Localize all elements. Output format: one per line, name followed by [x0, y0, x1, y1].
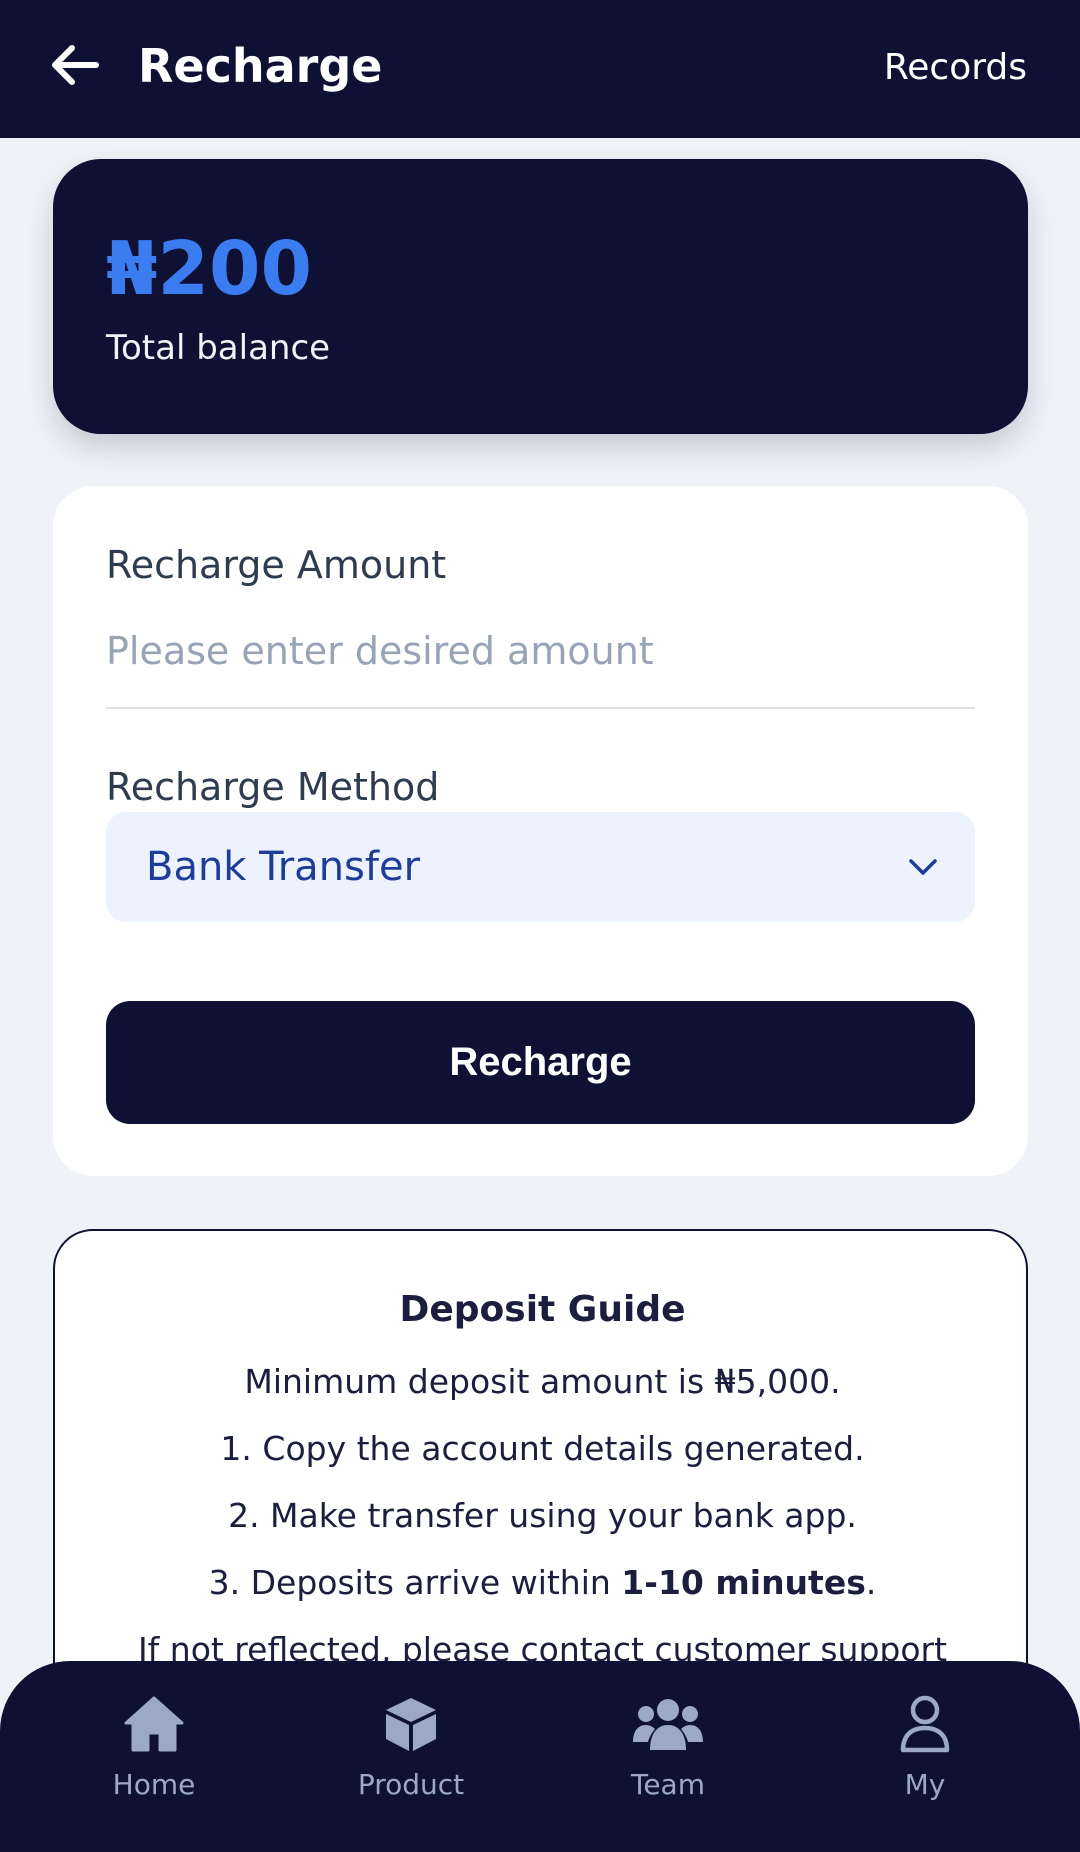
balance-label: Total balance: [106, 328, 331, 368]
page-title: Recharge: [138, 39, 383, 93]
cube-icon: [375, 1693, 447, 1755]
recharge-page: Recharge Records ₦200 Total balance Rech…: [0, 0, 1080, 1852]
guide-step-1: 1. Copy the account details generated.: [220, 1429, 865, 1468]
home-icon: [118, 1693, 190, 1755]
recharge-form: Recharge Amount Recharge Method Bank Tra…: [53, 486, 1028, 1176]
nav-label-team: Team: [630, 1768, 705, 1801]
bottom-nav: Home Product Team My: [0, 1661, 1080, 1852]
nav-item-home[interactable]: Home: [64, 1693, 244, 1813]
nav-item-team[interactable]: Team: [578, 1693, 758, 1813]
back-button[interactable]: [48, 42, 102, 88]
guide-step-3: 3. Deposits arrive within 1-10 minutes.: [55, 1561, 1030, 1605]
chevron-down-icon: [909, 859, 937, 875]
guide-minimum-line: Minimum deposit amount is ₦5,000.: [244, 1362, 841, 1401]
method-selected-value: Bank Transfer: [146, 844, 421, 890]
guide-step-2: 2. Make transfer using your bank app.: [228, 1496, 857, 1535]
balance-card: ₦200 Total balance: [53, 159, 1028, 434]
method-label: Recharge Method: [106, 765, 440, 809]
guide-step-3-suffix: .: [865, 1563, 877, 1602]
guide-title: Deposit Guide: [399, 1289, 686, 1330]
nav-item-my[interactable]: My: [835, 1693, 1015, 1813]
guide-step-3-prefix: 3. Deposits arrive within: [208, 1563, 622, 1602]
records-link[interactable]: Records: [884, 44, 1027, 92]
amount-input[interactable]: [106, 616, 975, 686]
arrow-left-icon: [52, 45, 99, 85]
team-icon: [632, 1693, 704, 1755]
balance-amount: ₦200: [106, 226, 312, 312]
nav-label-home: Home: [112, 1768, 196, 1801]
nav-item-product[interactable]: Product: [321, 1693, 501, 1813]
method-select[interactable]: Bank Transfer: [106, 812, 975, 922]
amount-label: Recharge Amount: [106, 543, 447, 587]
nav-label-product: Product: [357, 1768, 465, 1801]
recharge-button[interactable]: Recharge: [106, 1001, 975, 1124]
nav-label-my: My: [904, 1768, 946, 1801]
user-icon: [889, 1693, 961, 1755]
top-bar: Recharge Records: [0, 0, 1080, 138]
amount-divider: [106, 707, 975, 709]
guide-step-3-duration: 1-10 minutes: [621, 1563, 866, 1602]
